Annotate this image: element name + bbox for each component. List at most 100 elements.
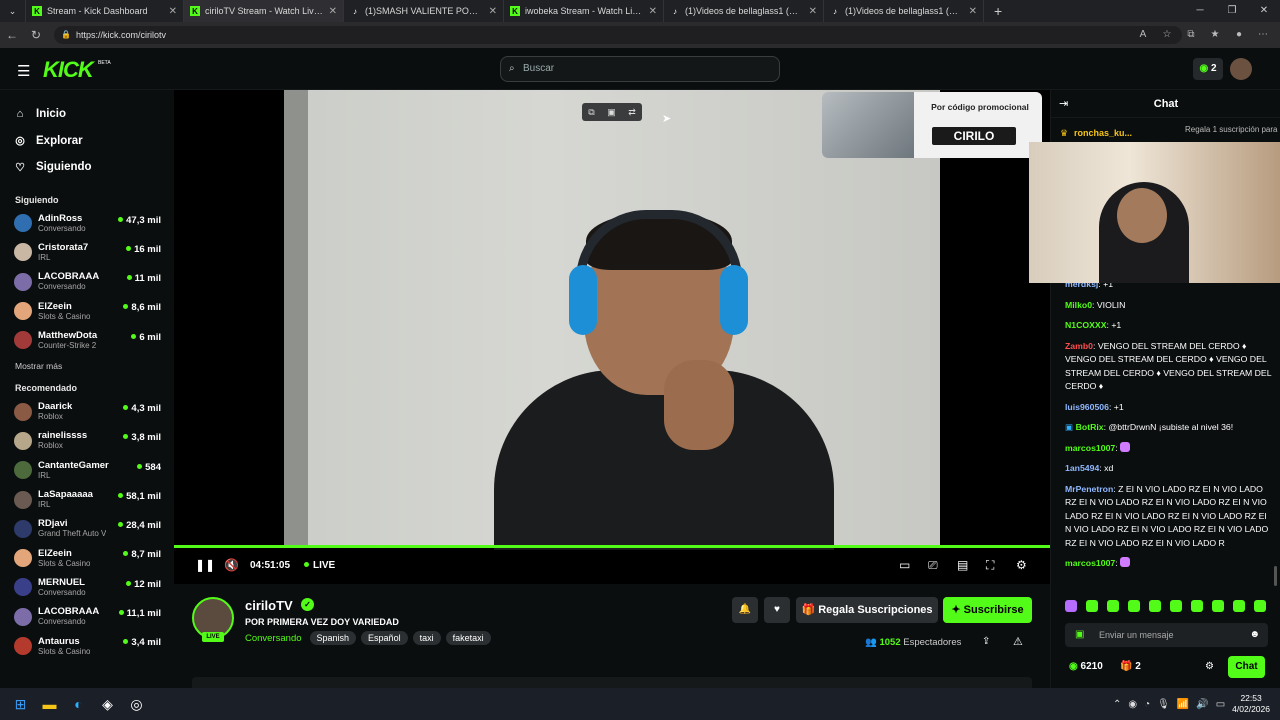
clock[interactable]: 22:53 4/02/2026 — [1232, 693, 1270, 715]
share-icon[interactable]: ⇪ — [982, 636, 990, 647]
tray-app-icon[interactable]: ◉ — [1128, 699, 1137, 710]
wifi-icon[interactable]: 📶 — [1177, 699, 1189, 710]
emote-icon[interactable] — [1149, 600, 1161, 612]
emote-icon[interactable] — [1191, 600, 1203, 612]
nav-item-inicio[interactable]: ⌂ Inicio — [14, 101, 174, 128]
chat-scrollbar[interactable] — [1274, 566, 1277, 586]
clip-icon[interactable]: ⎚ — [928, 558, 938, 573]
new-tab-button[interactable]: + — [994, 3, 1002, 19]
battery-icon[interactable]: ▭ — [1216, 699, 1225, 710]
emote-icon[interactable] — [1212, 600, 1224, 612]
pip-icon[interactable]: ⧉ — [588, 107, 594, 118]
extensions-icon[interactable]: ⧉ — [1182, 26, 1200, 44]
favorites-icon[interactable]: ★ — [1206, 26, 1224, 44]
show-more-link[interactable]: Mostrar más — [0, 355, 174, 377]
subscribe-button[interactable]: ✦ Suscribirse — [943, 597, 1032, 623]
back-button[interactable]: ← — [0, 28, 24, 42]
mic-icon[interactable]: 🎙 — [1157, 699, 1170, 710]
channel-points[interactable]: ◉ 6210 — [1069, 661, 1103, 672]
network-icon[interactable]: ◔ — [1144, 699, 1150, 710]
chat-username[interactable]: N1COXXX — [1065, 320, 1107, 330]
sidebar-channel[interactable]: LACOBRAAA Conversando 11 mil — [0, 267, 174, 296]
file-explorer-icon[interactable]: ▬ — [35, 688, 64, 720]
sub-count[interactable]: 🎁 2 — [1120, 661, 1141, 672]
report-icon[interactable]: ⚠ — [1013, 635, 1023, 648]
miniplayer-icon[interactable]: ▭ — [899, 558, 910, 572]
chat-username[interactable]: marcos1007 — [1065, 443, 1115, 453]
sidebar-channel[interactable]: CantanteGamer IRL 584 — [0, 456, 174, 485]
close-tab-icon[interactable]: ✕ — [329, 6, 337, 17]
tab-menu[interactable]: ⌄ — [0, 0, 26, 22]
emote-icon[interactable] — [1170, 600, 1182, 612]
volume-icon[interactable]: 🔊 — [1196, 699, 1208, 710]
video-player[interactable]: ⧉ ▣ ⇄ ➤ Por código promocional CIRILO ❚❚… — [174, 90, 1050, 584]
follow-button[interactable]: ♥ — [764, 597, 790, 623]
more-menu-icon[interactable]: ⋯ — [1254, 26, 1272, 44]
close-window-button[interactable]: ✕ — [1248, 0, 1280, 22]
chat-username[interactable]: Zamb0 — [1065, 341, 1093, 351]
restore-button[interactable]: ❐ — [1216, 0, 1248, 22]
hamburger-menu-icon[interactable]: ☰ — [17, 62, 30, 80]
close-tab-icon[interactable]: ✕ — [169, 6, 177, 17]
chat-username[interactable]: BotRix — [1076, 422, 1104, 432]
notifications-button[interactable]: 🔔 — [732, 597, 758, 623]
steam-icon[interactable]: ◈ — [93, 688, 122, 720]
reload-button[interactable]: ↻ — [24, 28, 48, 42]
sidebar-channel[interactable]: MatthewDota Counter-Strike 2 6 mil — [0, 326, 174, 355]
minimize-button[interactable]: ─ — [1184, 0, 1216, 22]
stream-tag[interactable]: Español — [361, 631, 408, 645]
emote-icon[interactable] — [1233, 600, 1245, 612]
sidebar-channel[interactable]: LACOBRAAA Conversando 11,1 mil — [0, 602, 174, 631]
chat-message-input[interactable]: ▣ Enviar un mensaje ☻ — [1065, 623, 1268, 647]
close-tab-icon[interactable]: ✕ — [489, 6, 497, 17]
close-tab-icon[interactable]: ✕ — [809, 6, 817, 17]
browser-tab[interactable]: ♪ (1)Videos de bellaglass1 (@bellaglass1)… — [664, 0, 824, 22]
sidebar-channel[interactable]: ElZeein Slots & Casino 8,7 mil — [0, 543, 174, 572]
browser-tab[interactable]: Kiwobeka Stream - Watch Live on Kick ✕ — [504, 0, 664, 22]
browser-tab[interactable]: K Stream - Kick Dashboard ✕ — [26, 0, 184, 22]
sidebar-channel[interactable]: RDjavi Grand Theft Auto V 28,4 mil — [0, 514, 174, 543]
kick-logo[interactable]: KICK — [43, 57, 94, 83]
chat-username[interactable]: Milko0 — [1065, 300, 1092, 310]
edge-browser-icon[interactable]: ◐ — [64, 688, 93, 720]
obs-icon[interactable]: ◎ — [122, 688, 151, 720]
channel-name[interactable]: ciriloTV — [245, 598, 293, 613]
pinned-user[interactable]: ronchas_ku... — [1074, 128, 1132, 138]
stream-tag[interactable]: Spanish — [309, 631, 357, 645]
emote-icon[interactable] — [1107, 600, 1119, 612]
nav-item-siguiendo[interactable]: ♡ Siguiendo — [14, 154, 174, 181]
fullscreen-icon[interactable]: ⛶ — [986, 558, 994, 573]
sidebar-channel[interactable]: Antaurus Slots & Casino 3,4 mil — [0, 631, 174, 660]
translate-icon[interactable]: ⇄ — [628, 107, 636, 118]
nav-item-explorar[interactable]: ◎ Explorar — [14, 128, 174, 155]
url-field[interactable]: 🔒 https://kick.com/cirilotv — [54, 26, 1182, 44]
screenshot-icon[interactable]: ▣ — [607, 107, 616, 118]
promo-banner[interactable]: Por código promocional CIRILO — [822, 92, 1042, 158]
settings-gear-icon[interactable]: ⚙ — [1016, 558, 1027, 572]
chat-username[interactable]: marcos1007 — [1065, 558, 1115, 568]
windows-start-icon[interactable]: ⊞ — [6, 688, 35, 720]
category-link[interactable]: Conversando — [245, 633, 302, 644]
sidebar-channel[interactable]: MERNUEL Conversando 12 mil — [0, 573, 174, 602]
browser-tab[interactable]: KciriloTV Stream - Watch Live on Kick ✕ — [184, 0, 344, 22]
close-tab-icon[interactable]: ✕ — [649, 6, 657, 17]
chevron-up-icon[interactable]: ⌃ — [1113, 699, 1121, 710]
sidebar-channel[interactable]: Cristorata7 IRL 16 mil — [0, 238, 174, 267]
mute-icon[interactable]: 🔇 — [224, 558, 239, 572]
chat-settings-icon[interactable]: ⚙ — [1205, 661, 1214, 672]
stream-tag[interactable]: faketaxi — [445, 631, 491, 645]
profile-icon[interactable]: ● — [1230, 26, 1248, 44]
sidebar-channel[interactable]: ElZeein Slots & Casino 8,6 mil — [0, 296, 174, 325]
stream-tag[interactable]: taxi — [412, 631, 441, 645]
pause-icon[interactable]: ❚❚ — [195, 558, 215, 572]
sidebar-channel[interactable]: Daarick Roblox 4,3 mil — [0, 397, 174, 426]
gift-subs-button[interactable]: 🎁 Regala Suscripciones — [796, 597, 938, 623]
emote-icon[interactable] — [1065, 600, 1077, 612]
theater-mode-icon[interactable]: ▤ — [957, 558, 968, 572]
points-badge[interactable]: ◉ 2 — [1193, 58, 1223, 80]
chat-username[interactable]: MrPenetron — [1065, 484, 1113, 494]
chat-username[interactable]: luis960506 — [1065, 402, 1109, 412]
user-avatar[interactable] — [1230, 58, 1252, 80]
sidebar-channel[interactable]: rainelissss Roblox 3,8 mil — [0, 426, 174, 455]
sidebar-channel[interactable]: AdinRoss Conversando 47,3 mil — [0, 209, 174, 238]
